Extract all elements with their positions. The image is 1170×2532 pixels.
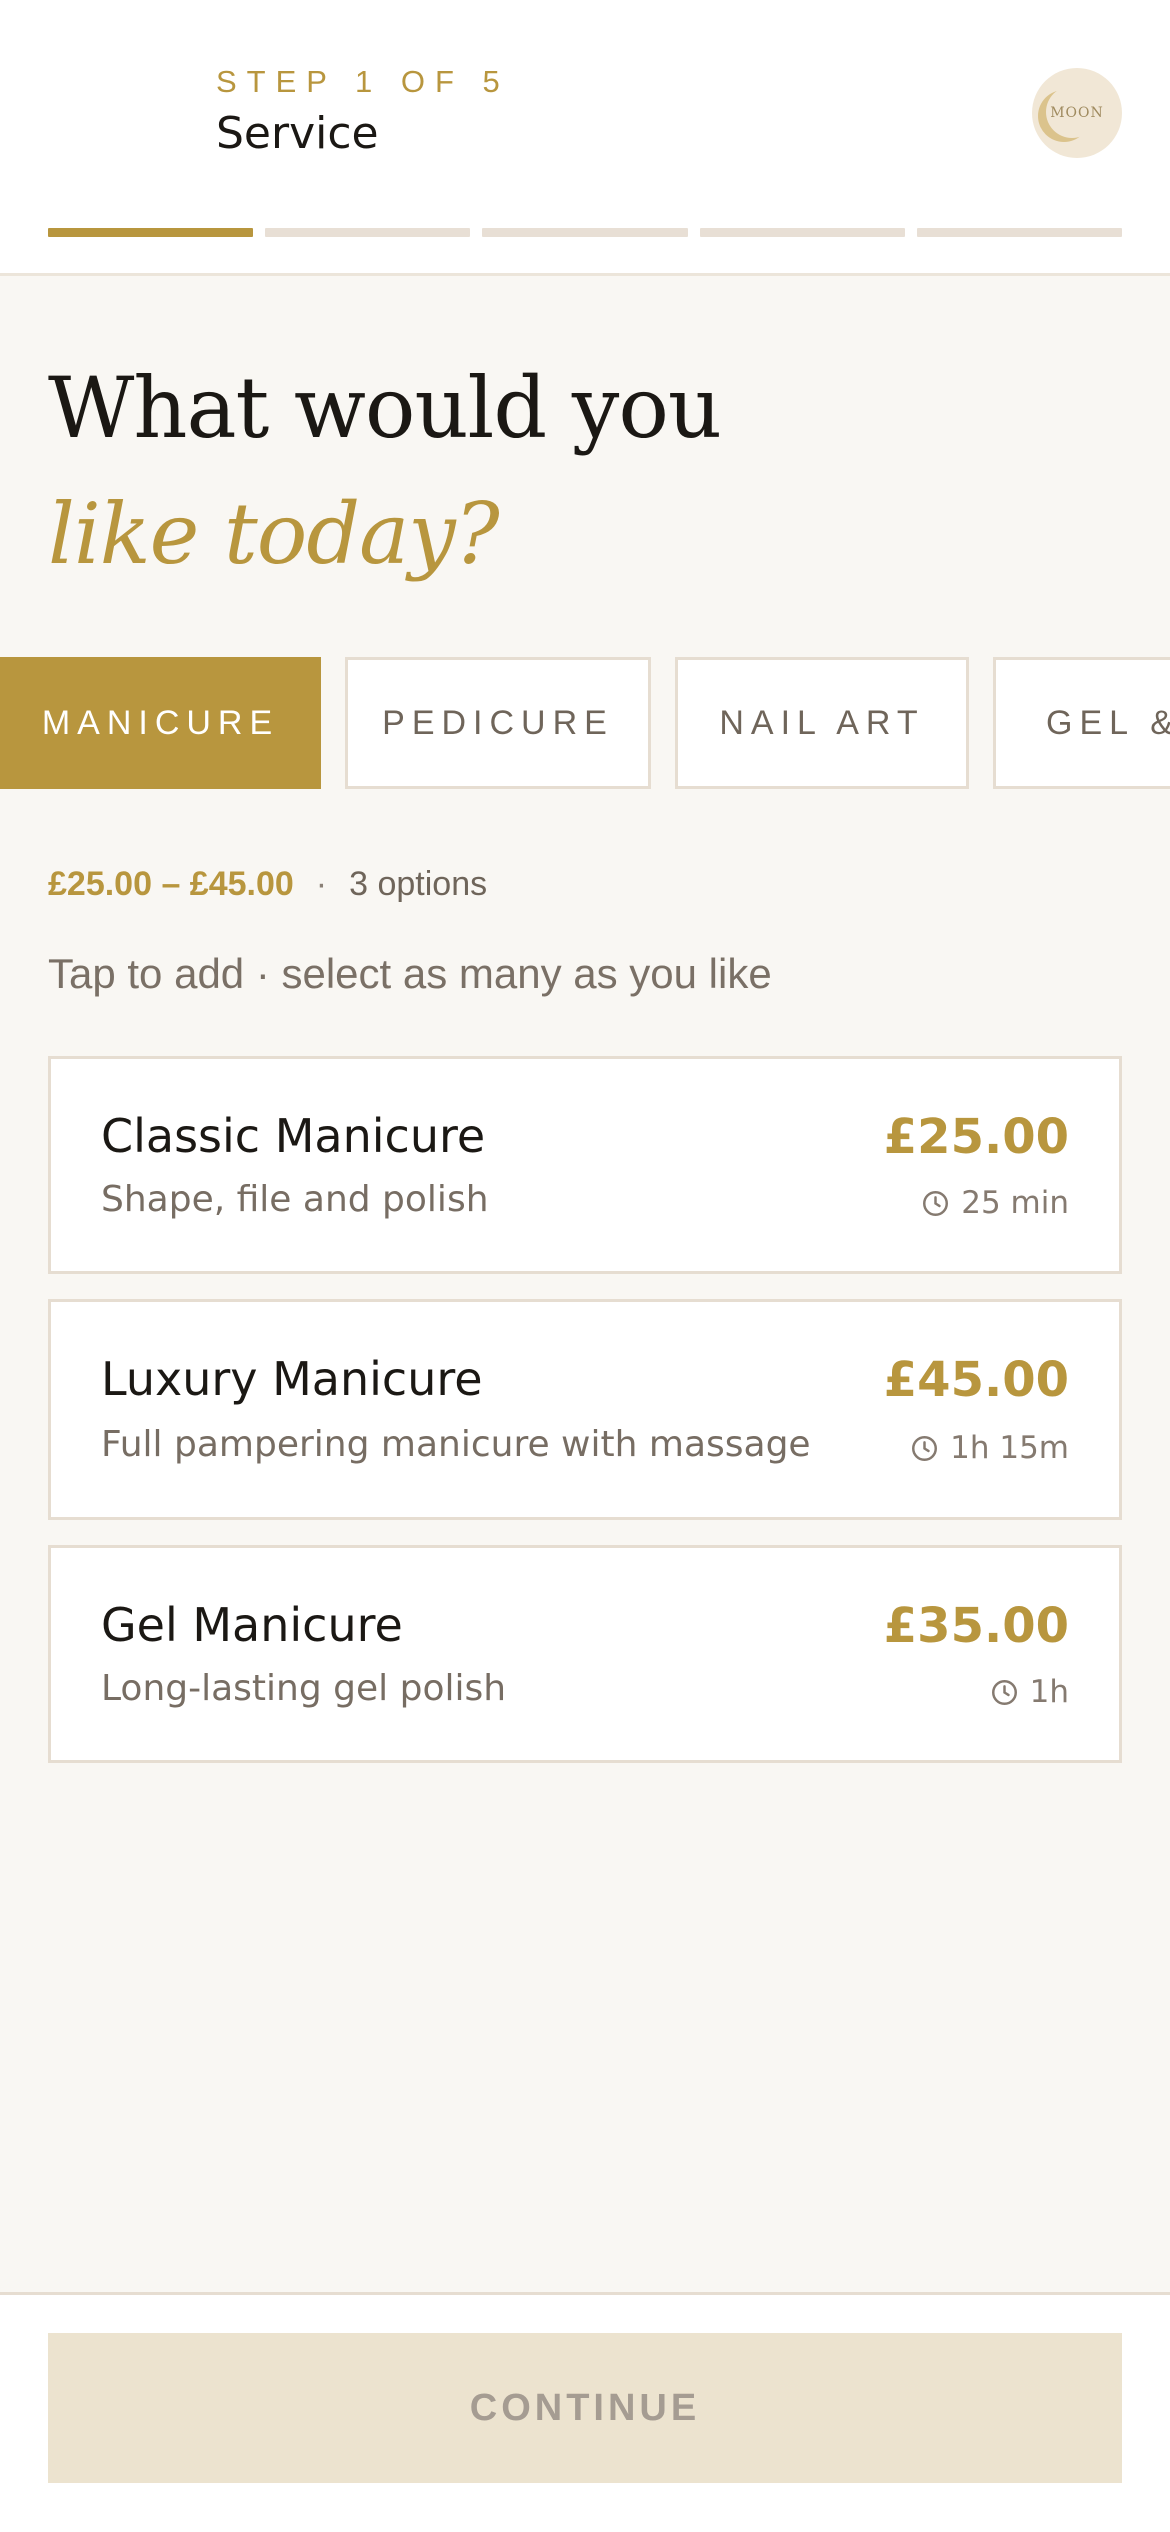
step-title: Service <box>216 108 379 159</box>
category-tabs: MANICURE PEDICURE NAIL ART GEL & <box>0 657 1170 789</box>
progress-segment-5 <box>916 228 1123 237</box>
logo-text: MOON <box>1050 105 1104 121</box>
service-price: £25.00 <box>883 1109 1069 1165</box>
service-name: Classic Manicure <box>101 1109 486 1163</box>
step-indicator: STEP 1 OF 5 <box>216 64 510 99</box>
progress-segment-3 <box>482 228 688 237</box>
step-progress-bar <box>48 228 1123 237</box>
moon-logo-icon: MOON <box>1032 68 1122 158</box>
tab-pedicure[interactable]: PEDICURE <box>345 657 651 789</box>
service-card-gel-manicure[interactable]: Gel Manicure Long-lasting gel polish £35… <box>48 1545 1122 1763</box>
service-card-luxury-manicure[interactable]: Luxury Manicure Full pampering manicure … <box>48 1299 1122 1520</box>
service-duration: 1h 15m <box>911 1430 1069 1466</box>
service-price: £35.00 <box>883 1598 1069 1654</box>
service-duration: 1h <box>991 1674 1069 1710</box>
summary-separator: · <box>315 865 328 903</box>
service-duration-text: 25 min <box>961 1185 1069 1221</box>
headline-line-2: like today? <box>48 485 500 583</box>
service-card-classic-manicure[interactable]: Classic Manicure Shape, file and polish … <box>48 1056 1122 1274</box>
page-headline: What would you like today? <box>48 345 722 597</box>
continue-button[interactable]: CONTINUE <box>48 2333 1122 2483</box>
tab-nail-art[interactable]: NAIL ART <box>675 657 969 789</box>
service-price: £45.00 <box>883 1352 1069 1408</box>
service-name: Luxury Manicure <box>101 1352 483 1406</box>
wizard-header: STEP 1 OF 5 Service MOON <box>0 0 1170 276</box>
headline-line-1: What would you <box>48 359 722 457</box>
service-duration-text: 1h <box>1029 1674 1069 1710</box>
tab-gel[interactable]: GEL & <box>993 657 1170 789</box>
selection-hint: Tap to add · select as many as you like <box>48 950 772 997</box>
service-duration-text: 1h 15m <box>950 1430 1069 1466</box>
clock-icon <box>923 1190 949 1216</box>
service-name: Gel Manicure <box>101 1598 403 1652</box>
service-duration: 25 min <box>922 1185 1069 1221</box>
tab-manicure[interactable]: MANICURE <box>0 657 321 789</box>
price-range: £25.00 – £45.00 <box>48 865 294 903</box>
clock-icon <box>991 1679 1017 1705</box>
progress-segment-1 <box>48 228 254 237</box>
footer-bar: CONTINUE <box>0 2292 1170 2532</box>
service-description: Shape, file and polish <box>101 1179 489 1220</box>
service-description: Full pampering manicure with massage <box>101 1424 811 1465</box>
service-description: Long-lasting gel polish <box>101 1668 507 1709</box>
options-count: 3 options <box>349 865 488 903</box>
category-summary: £25.00 – £45.00 · 3 options <box>48 862 487 906</box>
clock-icon <box>912 1435 938 1461</box>
progress-segment-4 <box>699 228 905 237</box>
progress-segment-2 <box>265 228 471 237</box>
